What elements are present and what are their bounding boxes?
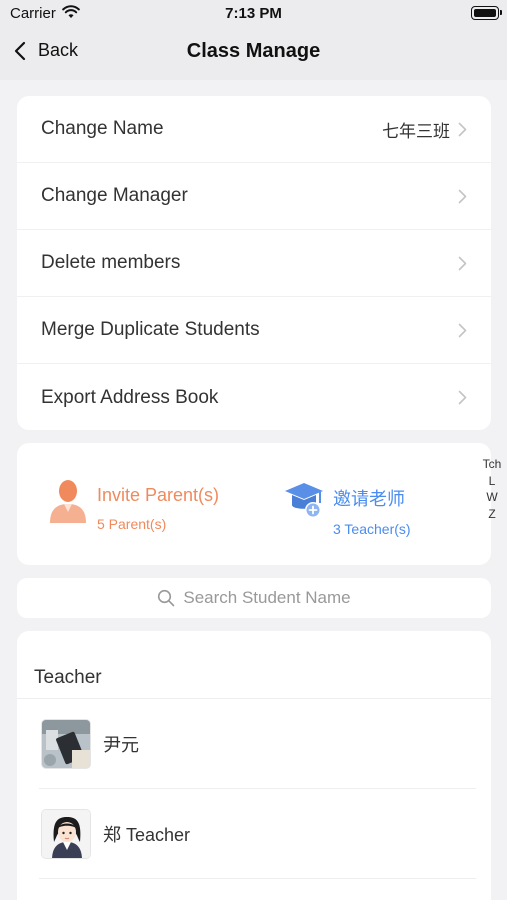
search-input[interactable]: Search Student Name: [17, 578, 491, 618]
menu-label: Export Address Book: [41, 386, 219, 408]
member-name: 郑 Teacher: [103, 824, 191, 845]
search-placeholder: Search Student Name: [183, 588, 351, 607]
graduation-cap-add-icon: [283, 479, 325, 525]
menu-row-delete-members[interactable]: Delete members: [17, 230, 491, 297]
status-bar: Carrier 7:13 PM: [0, 0, 507, 28]
list-item[interactable]: 郑 Teacher: [39, 789, 476, 879]
index-item-w[interactable]: W: [478, 489, 506, 506]
list-item[interactable]: 尹元: [39, 699, 476, 789]
section-header-teacher: Teacher: [17, 631, 491, 699]
settings-menu: Change Name 七年三班 Change Manager Delete m…: [17, 96, 491, 430]
chevron-right-icon: [458, 323, 467, 337]
menu-label: Change Manager: [41, 185, 188, 206]
parent-count: 5 Parent(s): [97, 516, 167, 532]
invite-teacher-label: 邀请老师: [333, 489, 405, 509]
member-name: 尹元: [103, 734, 139, 755]
class-name-value: 七年三班: [382, 121, 450, 141]
avatar: [41, 718, 91, 769]
index-item-z[interactable]: Z: [478, 506, 506, 523]
status-time: 7:13 PM: [225, 5, 282, 22]
menu-row-merge-duplicates[interactable]: Merge Duplicate Students: [17, 297, 491, 364]
nav-bar: Back Class Manage: [0, 28, 507, 80]
invite-parent-button[interactable]: Invite Parent(s) 5 Parent(s): [47, 479, 219, 532]
chevron-right-icon: [458, 122, 467, 136]
invite-panel: Invite Parent(s) 5 Parent(s) 邀请老师 3 Teac…: [17, 443, 491, 565]
chevron-right-icon: [458, 256, 467, 270]
index-item-l[interactable]: L: [478, 473, 506, 490]
search-icon: [158, 589, 175, 607]
invite-parent-label: Invite Parent(s): [97, 485, 220, 505]
index-item-tch[interactable]: Tch: [478, 456, 506, 473]
chevron-right-icon: [458, 390, 467, 405]
menu-label: Change Name: [41, 118, 164, 139]
menu-label: Merge Duplicate Students: [41, 319, 260, 340]
menu-row-change-manager[interactable]: Change Manager: [17, 163, 491, 230]
section-index-bar[interactable]: Tch L W Z: [478, 456, 506, 522]
parent-person-icon: [47, 479, 89, 525]
member-list: Teacher 尹元 郑 Teacher: [17, 631, 491, 900]
chevron-right-icon: [458, 189, 467, 203]
menu-row-export-address-book[interactable]: Export Address Book: [17, 364, 491, 431]
invite-teacher-button[interactable]: 邀请老师 3 Teacher(s): [283, 479, 411, 537]
teacher-count: 3 Teacher(s): [333, 521, 411, 537]
menu-row-change-name[interactable]: Change Name 七年三班: [17, 96, 491, 163]
battery-icon: [471, 6, 502, 20]
menu-label: Delete members: [41, 252, 181, 273]
avatar: [41, 808, 91, 859]
page-title: Class Manage: [186, 40, 321, 62]
